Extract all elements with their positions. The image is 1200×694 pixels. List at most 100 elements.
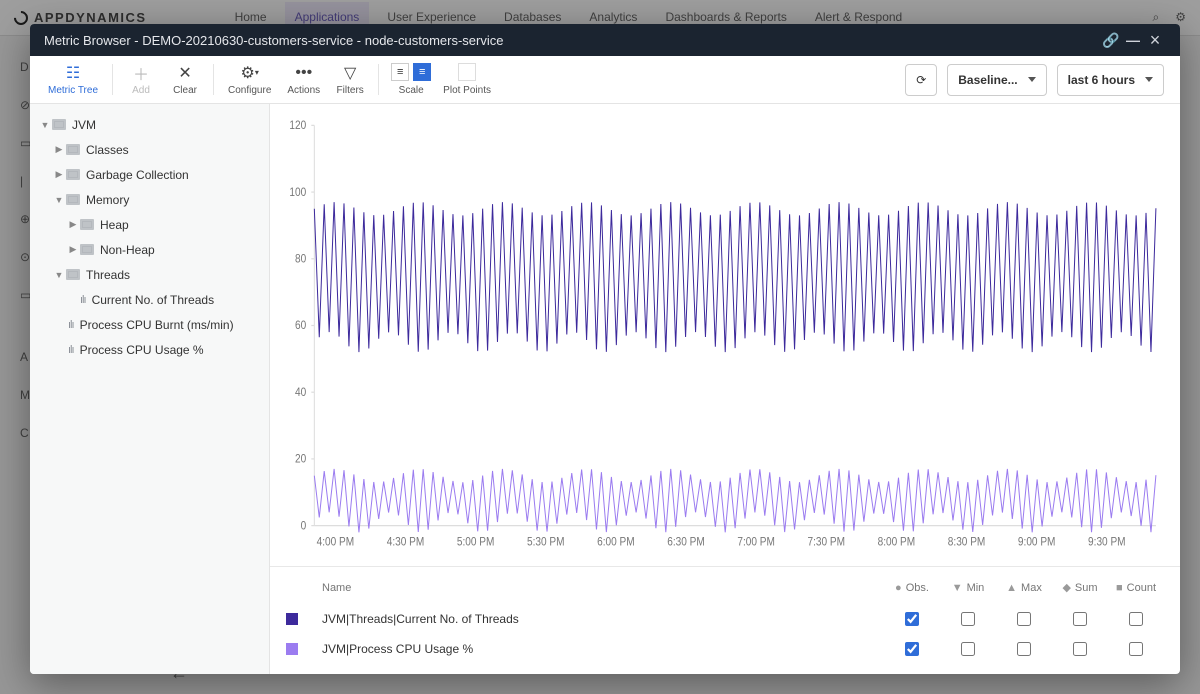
metric-browser-modal: Metric Browser - DEMO-20210630-customers…: [30, 24, 1180, 674]
obs-checkbox[interactable]: [905, 612, 919, 626]
tree-leaf-cpu-usage[interactable]: ılıProcess CPU Usage %: [30, 337, 269, 362]
max-checkbox[interactable]: [1017, 642, 1031, 656]
scale-toggle[interactable]: ≡ ≡: [391, 63, 431, 81]
minimize-icon[interactable]: ―: [1122, 32, 1144, 48]
tree-node-classes[interactable]: ▶Classes: [30, 137, 269, 162]
svg-text:8:30 PM: 8:30 PM: [948, 535, 986, 548]
color-swatch: [286, 613, 298, 625]
count-checkbox[interactable]: [1129, 642, 1143, 656]
folder-icon: [52, 119, 66, 130]
modal-toolbar: ☷ Metric Tree ＋ Add ✕ Clear ⚙▾ Configure…: [30, 56, 1180, 104]
svg-text:6:30 PM: 6:30 PM: [667, 535, 705, 548]
legend-row-threads[interactable]: JVM|Threads|Current No. of Threads: [282, 604, 1168, 634]
folder-icon: [80, 244, 94, 255]
tree-leaf-threads-current[interactable]: ılıCurrent No. of Threads: [30, 287, 269, 312]
metric-chart: 020406080100120 4:00 PM4:30 PM5:00 PM5:3…: [278, 118, 1166, 560]
svg-text:5:00 PM: 5:00 PM: [457, 535, 495, 548]
plot-points-toggle[interactable]: [458, 63, 476, 81]
refresh-button[interactable]: ⟳: [905, 64, 937, 96]
svg-text:5:30 PM: 5:30 PM: [527, 535, 565, 548]
col-name: Name: [322, 582, 884, 594]
x-icon: ✕: [176, 64, 194, 82]
svg-text:40: 40: [295, 386, 306, 399]
tree-label: Non-Heap: [100, 243, 155, 257]
folder-icon: [66, 144, 80, 155]
col-max: Max: [1021, 582, 1042, 594]
folder-icon: [80, 219, 94, 230]
sum-checkbox[interactable]: [1073, 612, 1087, 626]
tree-label: JVM: [72, 118, 96, 132]
svg-text:9:00 PM: 9:00 PM: [1018, 535, 1056, 548]
obs-checkbox[interactable]: [905, 642, 919, 656]
clear-button[interactable]: ✕ Clear: [163, 64, 207, 96]
clear-label: Clear: [173, 85, 197, 96]
refresh-icon: ⟳: [916, 73, 926, 87]
tree-node-memory[interactable]: ▼Memory: [30, 187, 269, 212]
tree-node-nonheap[interactable]: ▶Non-Heap: [30, 237, 269, 262]
svg-text:120: 120: [289, 119, 306, 132]
chart-area[interactable]: 020406080100120 4:00 PM4:30 PM5:00 PM5:3…: [270, 104, 1180, 566]
tree-node-gc[interactable]: ▶Garbage Collection: [30, 162, 269, 187]
svg-text:8:00 PM: 8:00 PM: [878, 535, 916, 548]
max-checkbox[interactable]: [1017, 612, 1031, 626]
col-count: Count: [1127, 582, 1156, 594]
min-checkbox[interactable]: [961, 612, 975, 626]
svg-text:7:30 PM: 7:30 PM: [808, 535, 846, 548]
close-icon[interactable]: ×: [1144, 30, 1166, 51]
series-threads: [314, 202, 1156, 352]
link-icon[interactable]: 🔗: [1100, 32, 1122, 49]
col-obs: Obs.: [906, 582, 929, 594]
time-range-label: last 6 hours: [1068, 73, 1135, 87]
dots-icon: •••: [295, 64, 313, 82]
configure-button[interactable]: ⚙▾ Configure: [220, 64, 279, 96]
tree-node-threads[interactable]: ▼Threads: [30, 262, 269, 287]
triangle-up-icon: ▲: [1006, 582, 1017, 594]
scale-linear-icon[interactable]: ≡: [391, 63, 409, 81]
metric-tree-label: Metric Tree: [48, 85, 98, 96]
tree-node-heap[interactable]: ▶Heap: [30, 212, 269, 237]
col-min: Min: [967, 582, 985, 594]
tree-leaf-cpu-burnt[interactable]: ılıProcess CPU Burnt (ms/min): [30, 312, 269, 337]
svg-text:60: 60: [295, 319, 306, 332]
series-cpu: [314, 469, 1156, 532]
chevron-down-icon: [1145, 77, 1153, 82]
baseline-dropdown[interactable]: Baseline...: [947, 64, 1046, 96]
time-range-dropdown[interactable]: last 6 hours: [1057, 64, 1164, 96]
circle-icon: ●: [895, 582, 902, 594]
metric-tree-pane[interactable]: ▼JVM ▶Classes ▶Garbage Collection ▼Memor…: [30, 104, 270, 674]
sum-checkbox[interactable]: [1073, 642, 1087, 656]
modal-title: Metric Browser - DEMO-20210630-customers…: [44, 33, 503, 48]
svg-text:20: 20: [295, 453, 306, 466]
add-button: ＋ Add: [119, 64, 163, 96]
actions-button[interactable]: ••• Actions: [279, 64, 328, 96]
scale-log-icon[interactable]: ≡: [413, 63, 431, 81]
legend-table: Name ●Obs. ▼Min ▲Max ◆Sum ■Count JVM|Thr…: [270, 566, 1180, 674]
diamond-icon: ◆: [1062, 581, 1070, 594]
legend-row-cpu[interactable]: JVM|Process CPU Usage %: [282, 634, 1168, 664]
tree-node-jvm[interactable]: ▼JVM: [30, 112, 269, 137]
metric-icon: ılı: [68, 319, 74, 331]
plot-points-box-icon[interactable]: [458, 63, 476, 81]
configure-label: Configure: [228, 85, 271, 96]
legend-name: JVM|Process CPU Usage %: [322, 642, 884, 656]
chevron-down-icon: [1028, 77, 1036, 82]
modal-titlebar: Metric Browser - DEMO-20210630-customers…: [30, 24, 1180, 56]
svg-text:7:00 PM: 7:00 PM: [737, 535, 775, 548]
svg-text:100: 100: [289, 186, 306, 199]
tree-label: Threads: [86, 268, 130, 282]
folder-icon: [66, 194, 80, 205]
scale-label: Scale: [399, 85, 424, 96]
min-checkbox[interactable]: [961, 642, 975, 656]
tree-label: Current No. of Threads: [92, 293, 215, 307]
tree-label: Process CPU Usage %: [80, 343, 204, 357]
legend-name: JVM|Threads|Current No. of Threads: [322, 612, 884, 626]
x-axis: 4:00 PM4:30 PM5:00 PM5:30 PM6:00 PM6:30 …: [317, 535, 1126, 548]
folder-icon: [66, 269, 80, 280]
count-checkbox[interactable]: [1129, 612, 1143, 626]
filters-button[interactable]: ▽ Filters: [328, 64, 372, 96]
col-sum: Sum: [1075, 582, 1098, 594]
metric-tree-button[interactable]: ☷ Metric Tree: [40, 64, 106, 96]
gear-small-icon: ⚙▾: [241, 64, 259, 82]
svg-text:4:00 PM: 4:00 PM: [317, 535, 355, 548]
square-icon: ■: [1116, 582, 1123, 594]
